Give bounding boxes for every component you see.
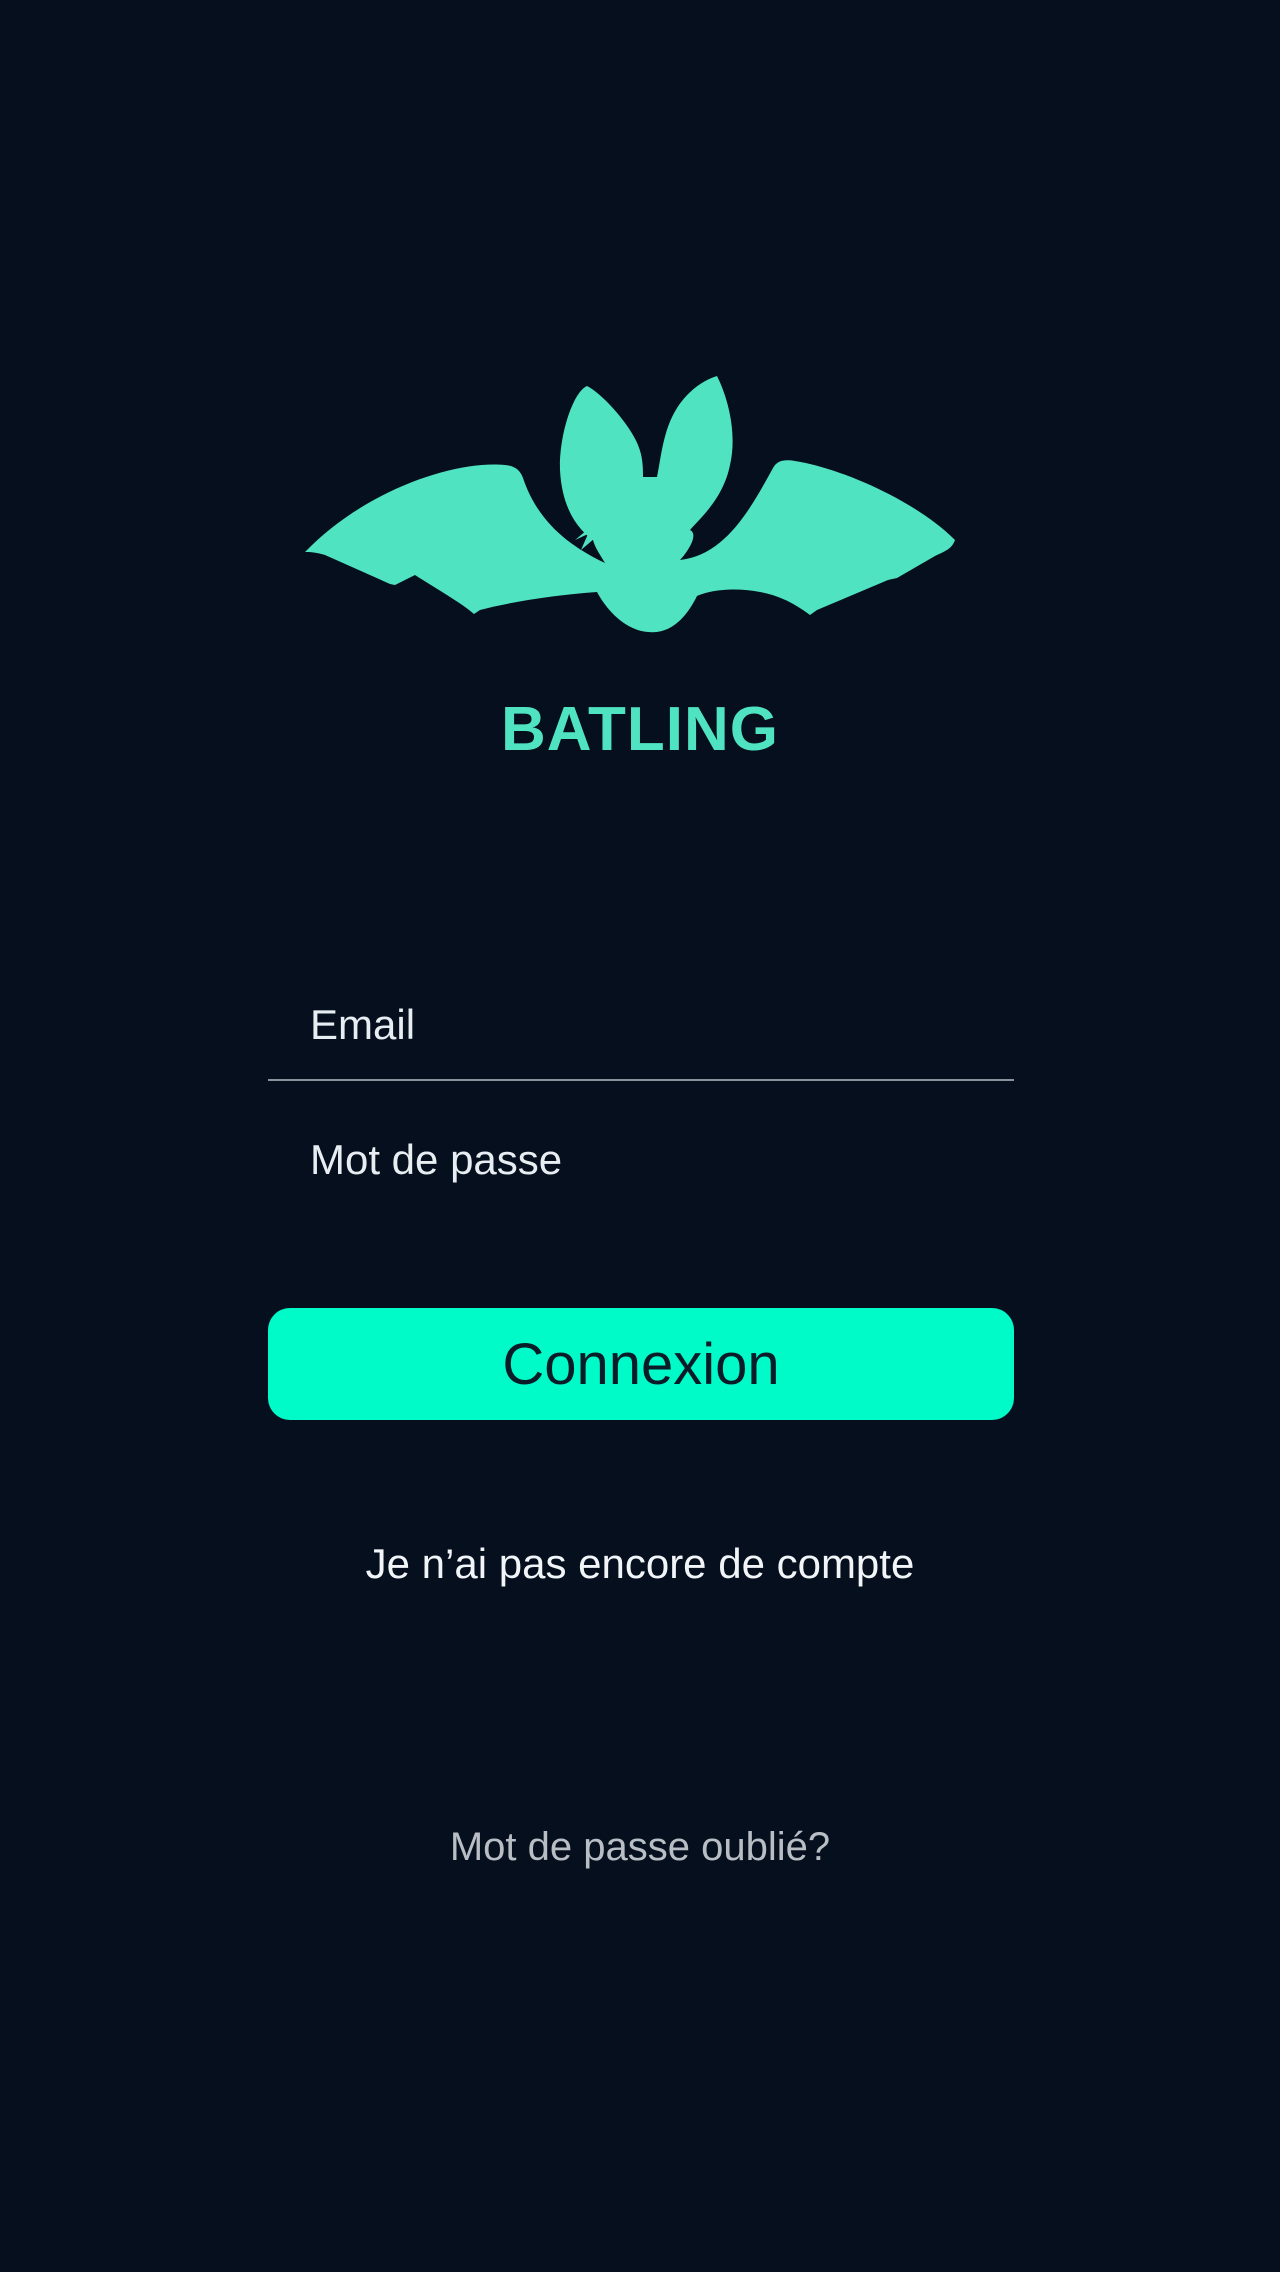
bat-icon — [305, 376, 955, 633]
login-button[interactable]: Connexion — [268, 1308, 1014, 1420]
email-field — [268, 970, 1014, 1081]
app-logo — [305, 370, 975, 660]
password-field — [268, 1105, 1014, 1215]
email-input[interactable] — [268, 970, 1014, 1080]
app-title: BATLING — [501, 695, 779, 764]
forgot-password-link[interactable]: Mot de passe oublié? — [0, 1815, 1280, 1879]
password-input[interactable] — [268, 1105, 1014, 1215]
login-screen: BATLING Connexion Je n’ai pas encore de … — [0, 0, 1280, 2272]
signup-link[interactable]: Je n’ai pas encore de compte — [0, 1532, 1280, 1596]
email-underline — [268, 1079, 1014, 1081]
